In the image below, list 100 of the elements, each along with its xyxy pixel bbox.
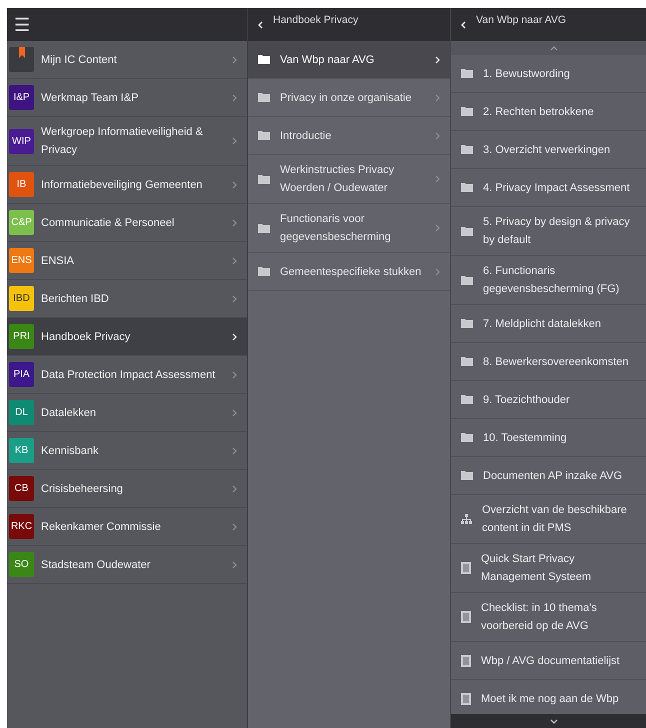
chevron-right-icon: [232, 560, 237, 568]
menu-item[interactable]: RKC Rekenkamer Commissie: [7, 508, 247, 546]
folder-icon: [258, 224, 270, 232]
folder-icon: [461, 357, 473, 366]
menu-item[interactable]: KB Kennisbank: [7, 432, 247, 470]
folder-item[interactable]: Gemeentespecifieke stukken: [248, 253, 450, 291]
folder-item[interactable]: 7. Meldplicht datalekken: [451, 305, 646, 343]
folder-icon: [461, 433, 473, 442]
chevron-right-icon: [435, 94, 440, 102]
folder-icon: [258, 131, 270, 140]
menu-item-label: Berichten IBD: [41, 292, 109, 306]
menu-item[interactable]: C&P Communicatie & Personeel: [7, 204, 247, 242]
menu-item[interactable]: IB Informatiebeveiliging Gemeenten: [7, 166, 247, 204]
menu-item-label: Rekenkamer Commissie: [41, 520, 161, 534]
menu-item[interactable]: ENS ENSIA: [7, 242, 247, 280]
menu-item-label: Werkgroep Informatieveiligheid & Privacy: [41, 125, 204, 158]
folder-label: Functionaris voor gegevensbescherming: [280, 212, 392, 245]
folder-label: 4. Privacy Impact Assessment: [483, 180, 630, 196]
folder-icon: [461, 276, 473, 284]
folder-label: 1. Bewustwording: [483, 66, 570, 82]
chevron-right-icon: [232, 218, 237, 226]
menu-item[interactable]: DL Datalekken: [7, 394, 247, 432]
folder-icon: [461, 319, 473, 328]
menu-item-label: ENSIA: [41, 254, 74, 268]
folder-item[interactable]: Privacy in onze organisatie: [248, 79, 450, 117]
section-badge: PRI: [9, 324, 34, 349]
folder-label: 8. Bewerkersovereenkomsten: [483, 354, 629, 370]
menu-item[interactable]: CB Crisisbeheersing: [7, 470, 247, 508]
folder-item[interactable]: 6. Functionaris gegevensbescherming (FG): [451, 256, 646, 305]
document-label: Moet ik me nog aan de Wbp: [481, 692, 619, 706]
section-badge: I&P: [9, 85, 34, 110]
chevron-right-icon: [232, 94, 237, 102]
chevron-left-icon: [258, 20, 263, 28]
section-badge: CB: [9, 476, 34, 501]
menu-item-label: Mijn IC Content: [41, 52, 117, 68]
folder-item[interactable]: 9. Toezichthouder: [451, 381, 646, 419]
folder-item[interactable]: 5. Privacy by design & privacy by default: [451, 207, 646, 256]
section-badge: KB: [9, 438, 34, 463]
menu-item-label: Communicatie & Personeel: [41, 216, 174, 230]
menu-item[interactable]: Mijn IC Content: [7, 41, 247, 79]
chevron-right-icon: [232, 137, 237, 145]
folder-item[interactable]: 10. Toestemming: [451, 419, 646, 457]
folder-item[interactable]: 4. Privacy Impact Assessment: [451, 169, 646, 207]
folder-label: Privacy in onze organisatie: [280, 90, 412, 106]
chevron-right-icon: [232, 370, 237, 378]
folder-icon: [258, 174, 270, 184]
document-item[interactable]: Overzicht van de beschikbare content in dit PMS: [451, 495, 646, 544]
chevron-right-icon: [232, 294, 237, 302]
back-button[interactable]: [461, 20, 466, 28]
chevron-right-icon: [232, 332, 237, 340]
menu-item[interactable]: I&P Werkmap Team I&P: [7, 79, 247, 117]
chevron-up-icon: [550, 46, 558, 50]
chevron-right-icon: [232, 522, 237, 530]
menu-item-label: Handboek Privacy: [41, 330, 130, 344]
document-item[interactable]: Wbp / AVG documentatielijst: [451, 642, 646, 680]
folder-item[interactable]: Functionaris voor gegevensbescherming: [248, 204, 450, 253]
folder-item[interactable]: Werkinstructies Privacy Woerden / Oudewater: [248, 155, 450, 204]
folder-label: 6. Functionaris gegevensbescherming (FG): [483, 264, 620, 297]
folder-item[interactable]: 3. Overzicht verwerkingen: [451, 131, 646, 169]
folder-icon: [461, 183, 473, 192]
folder-item[interactable]: Van Wbp naar AVG: [248, 41, 450, 79]
menu-item[interactable]: WIP Werkgroep Informatieveiligheid & Privacy: [7, 117, 247, 166]
menu-item-label: Stadsteam Oudewater: [41, 558, 150, 572]
document-item[interactable]: Quick Start Privacy Management Systeem: [451, 544, 646, 593]
folder-icon: [461, 107, 473, 116]
document-label: Checklist: in 10 thema's voorbereid op de AVG: [481, 601, 598, 634]
bookmark-icon: [18, 47, 24, 58]
menu-button[interactable]: ☰: [14, 16, 30, 34]
folder-label: 5. Privacy by design & privacy by default: [483, 215, 631, 248]
folder-item[interactable]: Introductie: [248, 117, 450, 155]
folder-label: Introductie: [280, 128, 332, 144]
folder-label: 2. Rechten betrokkene: [483, 104, 594, 120]
document-icon: [461, 562, 471, 574]
folder-item[interactable]: 1. Bewustwording: [451, 55, 646, 93]
menu-item[interactable]: SO Stadsteam Oudewater: [7, 546, 247, 584]
folder-icon: [258, 267, 270, 276]
section-badge: WIP: [9, 128, 34, 154]
chevron-right-icon: [435, 132, 440, 140]
section-badge: C&P: [9, 210, 34, 235]
chevron-right-icon: [232, 56, 237, 64]
folder-item[interactable]: 8. Bewerkersovereenkomsten: [451, 343, 646, 381]
folder-icon: [258, 55, 270, 64]
folder-label: Gemeentespecifieke stukken: [280, 264, 422, 280]
document-item[interactable]: Checklist: in 10 thema's voorbereid op de AVG: [451, 593, 646, 642]
back-button[interactable]: [258, 20, 263, 28]
document-label: Quick Start Privacy Management Systeem: [481, 552, 592, 585]
sitemap-icon: [461, 514, 472, 524]
menu-item[interactable]: PRI Handboek Privacy: [7, 318, 247, 356]
section-badge: IBD: [9, 286, 34, 311]
panel-title: Handboek Privacy: [273, 12, 358, 28]
section-badge: DL: [9, 400, 34, 425]
document-icon: [461, 692, 471, 704]
chevron-right-icon: [232, 446, 237, 454]
folder-label: 9. Toezichthouder: [483, 392, 570, 408]
section-badge: IB: [9, 172, 34, 197]
folder-item[interactable]: 2. Rechten betrokkene: [451, 93, 646, 131]
menu-item[interactable]: PIA Data Protection Impact Assessment: [7, 356, 247, 394]
folder-label: 3. Overzicht verwerkingen: [483, 142, 610, 158]
folder-item[interactable]: Documenten AP inzake AVG: [451, 457, 646, 495]
document-icon: [461, 611, 471, 623]
